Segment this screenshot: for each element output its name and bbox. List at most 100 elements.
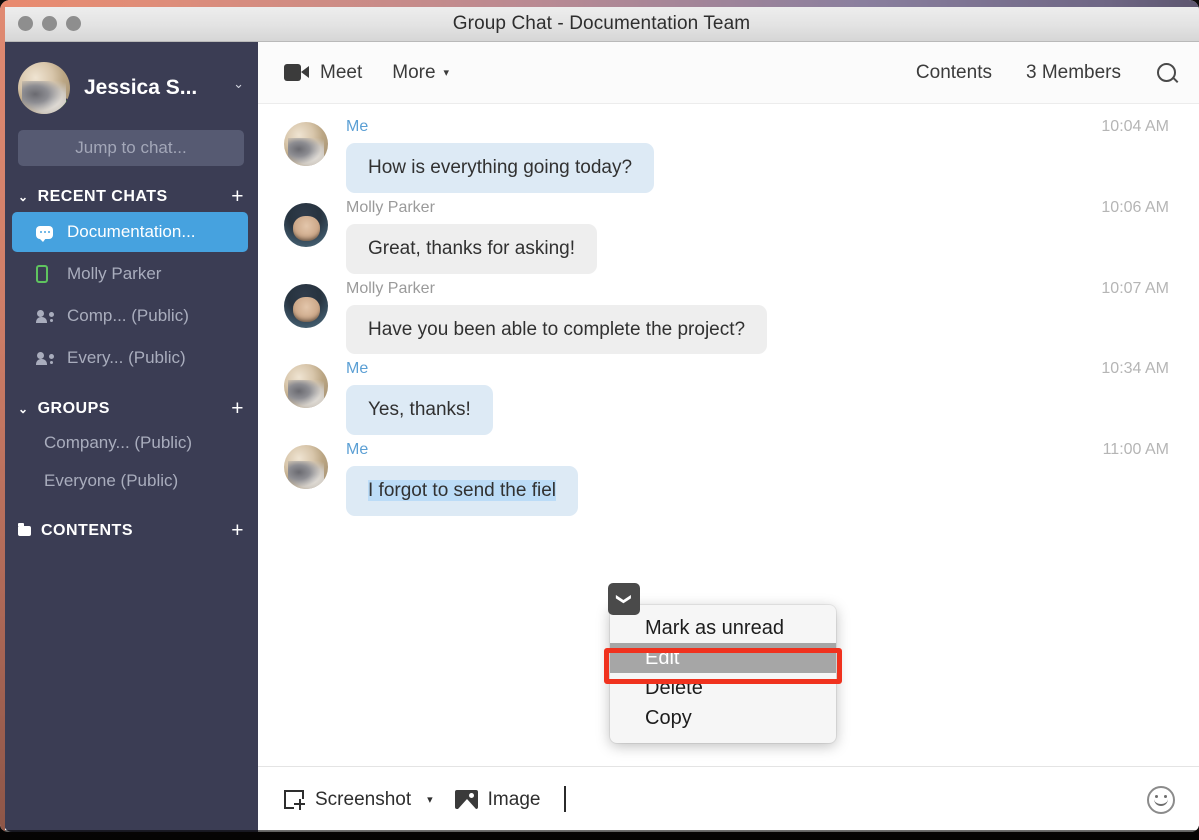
avatar[interactable] [284, 202, 328, 247]
sidebar-group-label: Everyone (Public) [44, 471, 179, 490]
image-label: Image [487, 788, 541, 810]
zoom-button[interactable] [66, 16, 81, 31]
message-row-selected: Me 11:00 AM I forgot to send the fiel [258, 435, 1199, 516]
chat-application-window: Group Chat - Documentation Team Jessica … [0, 0, 1199, 832]
chat-toolbar: Meet More ▾ Contents 3 Members [258, 42, 1199, 104]
window-left-accent-bar [0, 6, 5, 832]
sidebar-group-label: Company... (Public) [44, 433, 193, 452]
close-button[interactable] [18, 16, 33, 31]
sidebar-item-label: Documentation... [67, 222, 196, 241]
add-content-button[interactable]: + [231, 520, 244, 541]
message-bubble[interactable]: How is everything going today? [346, 143, 655, 193]
search-icon[interactable] [1157, 62, 1177, 83]
message-timestamp: 10:06 AM [1101, 198, 1169, 216]
search-placeholder: Jump to chat... [75, 138, 187, 157]
message-author: Molly Parker [346, 279, 435, 297]
message-bubble[interactable]: I forgot to send the fiel [346, 466, 579, 516]
chevron-down-icon: ▾ [443, 67, 450, 79]
video-camera-icon [284, 64, 309, 81]
avatar[interactable] [18, 62, 70, 114]
contents-tab[interactable]: Contents [916, 62, 992, 84]
message-timestamp: 10:34 AM [1101, 360, 1169, 378]
status-online-indicator [56, 98, 70, 113]
desktop-background: Group Chat - Documentation Team Jessica … [0, 0, 1199, 840]
avatar[interactable] [284, 283, 328, 328]
meet-button[interactable]: Meet [284, 62, 362, 84]
section-header-contents[interactable]: CONTENTS + [18, 520, 244, 541]
sidebar-item-company-public[interactable]: Comp... (Public) [18, 296, 248, 336]
window-bottom-shadow [0, 830, 1199, 840]
section-title: RECENT CHATS [37, 188, 168, 205]
message-row: Molly Parker 10:07 AM Have you been able… [258, 274, 1199, 355]
message-row: Me 10:34 AM Yes, thanks! [258, 354, 1199, 435]
text-cursor [564, 785, 567, 812]
window-controls[interactable] [18, 16, 81, 31]
sidebar-item-everyone-public[interactable]: Every... (Public) [18, 338, 248, 378]
message-input[interactable] [564, 783, 1147, 817]
sidebar-item-label: Molly Parker [67, 264, 162, 283]
window-top-accent-bar [0, 0, 1199, 7]
message-bubble[interactable]: Yes, thanks! [346, 385, 493, 435]
sidebar-item-label: Every... (Public) [67, 348, 186, 367]
message-options-button[interactable]: ❯ [608, 583, 640, 615]
section-title: GROUPS [37, 400, 110, 417]
image-icon [454, 790, 478, 809]
message-bubble[interactable]: Great, thanks for asking! [346, 223, 597, 274]
composer-toolbar: Screenshot ▾ Image [258, 766, 1199, 832]
chevron-down-icon[interactable]: ⌄ [233, 76, 246, 92]
more-button[interactable]: More ▾ [392, 62, 449, 84]
mobile-phone-icon [36, 265, 56, 283]
message-author: Me [346, 360, 369, 378]
chevron-down-icon: ❯ [614, 592, 632, 606]
image-button[interactable]: Image [454, 788, 541, 811]
smiley-icon[interactable] [1147, 785, 1175, 814]
menu-item-label: Mark as unread [645, 616, 784, 639]
folder-icon [18, 523, 31, 536]
sidebar-item-molly-parker[interactable]: Molly Parker [18, 254, 248, 294]
menu-item-copy[interactable]: Copy [610, 703, 836, 733]
avatar[interactable] [284, 445, 328, 489]
window-title: Group Chat - Documentation Team [452, 12, 751, 34]
sidebar: Jessica S... ⌄ Jump to chat... ⌄ RECENT … [4, 42, 258, 832]
members-tab[interactable]: 3 Members [1026, 62, 1121, 84]
sidebar-group-company-public[interactable]: Company... (Public) [18, 424, 248, 462]
add-chat-button[interactable]: + [231, 186, 244, 207]
avatar[interactable] [284, 122, 328, 166]
chevron-down-icon[interactable]: ⌄ [18, 402, 29, 416]
section-header-groups[interactable]: ⌄ GROUPS + [18, 398, 244, 419]
menu-item-label: Copy [645, 706, 692, 729]
menu-item-edit[interactable]: Edit [610, 643, 836, 673]
minimize-button[interactable] [42, 16, 57, 31]
message-row: Me 10:04 AM How is everything going toda… [258, 112, 1199, 193]
screenshot-button[interactable]: Screenshot [284, 789, 411, 811]
screenshot-label: Screenshot [315, 788, 412, 810]
message-context-menu[interactable]: Mark as unread Edit Delete Copy [610, 605, 836, 743]
chat-bubble-icon [36, 225, 56, 242]
sidebar-item-documentation[interactable]: Documentation... [12, 212, 248, 252]
section-header-recent-chats[interactable]: ⌄ RECENT CHATS + [18, 186, 244, 207]
menu-item-mark-as-unread[interactable]: Mark as unread [610, 613, 836, 643]
sidebar-group-everyone-public[interactable]: Everyone (Public) [18, 462, 248, 500]
chevron-down-icon[interactable]: ⌄ [18, 190, 29, 204]
message-row: Molly Parker 10:06 AM Great, thanks for … [258, 193, 1199, 274]
people-icon [36, 351, 56, 365]
avatar[interactable] [284, 364, 328, 409]
profile-header[interactable]: Jessica S... ⌄ [4, 42, 258, 116]
screenshot-dropdown-caret-icon[interactable]: ▾ [427, 793, 433, 806]
message-timestamp: 10:07 AM [1101, 279, 1169, 297]
people-icon [36, 309, 56, 323]
message-timestamp: 10:04 AM [1101, 118, 1169, 135]
message-author: Molly Parker [346, 198, 435, 216]
menu-item-label: Edit [645, 646, 680, 669]
screenshot-icon [284, 789, 305, 810]
menu-item-delete[interactable]: Delete [610, 673, 836, 703]
add-group-button[interactable]: + [231, 398, 244, 419]
message-timestamp: 11:00 AM [1102, 441, 1169, 458]
menu-item-label: Delete [645, 676, 703, 699]
window-titlebar: Group Chat - Documentation Team [4, 6, 1199, 42]
message-bubble[interactable]: Have you been able to complete the proje… [346, 304, 768, 355]
message-author: Me [346, 441, 369, 458]
more-label: More [392, 61, 436, 83]
selected-message-text: I forgot to send the fiel [368, 480, 557, 501]
search-input[interactable]: Jump to chat... [18, 130, 244, 166]
